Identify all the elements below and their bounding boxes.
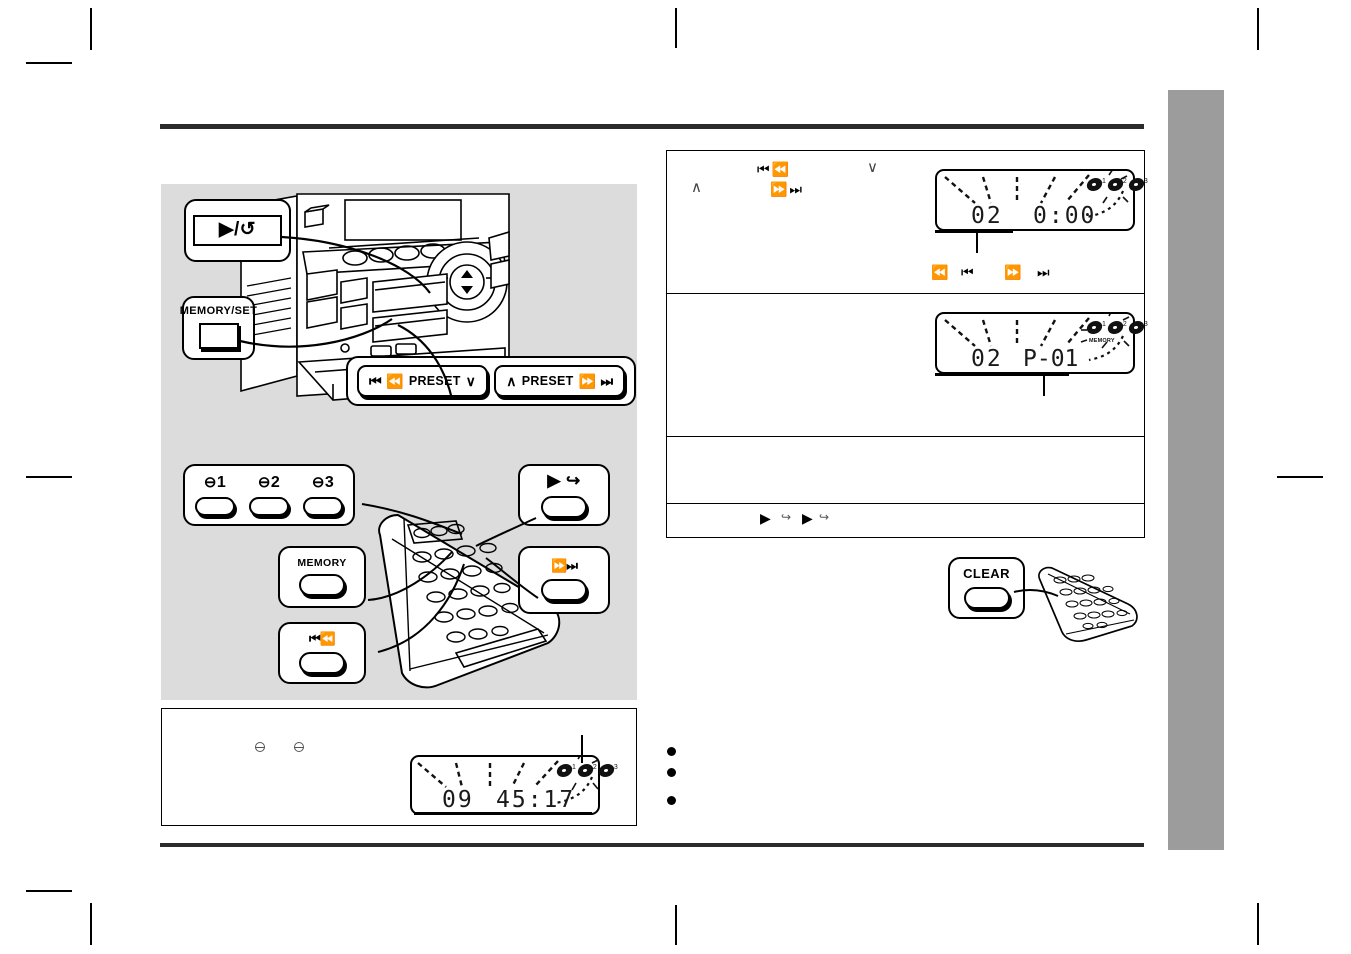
lcd-program-number: P-01 — [1023, 346, 1079, 372]
lcd-display-program-position: 1 2 3 MEMORY 02 P-01 — [935, 312, 1148, 374]
bullet-2 — [667, 768, 676, 777]
disc-indicator-3 — [1127, 321, 1146, 334]
disc-indicator-2 — [1106, 321, 1125, 334]
disc-2-button[interactable] — [249, 496, 289, 516]
leader-line-clear — [1013, 588, 1059, 597]
procedure-row-3 — [667, 437, 1144, 504]
bullet-1 — [667, 747, 676, 756]
clear-button[interactable] — [963, 586, 1010, 609]
footer-rule — [160, 843, 1144, 847]
crop-mark-bottom-right-vertical — [1257, 903, 1259, 945]
lcd-leader-baseline-3 — [414, 812, 592, 815]
lcd-disc-indicators: 1 2 3 — [1085, 321, 1148, 334]
leader-lines-remote — [361, 503, 539, 653]
repeat-all-icon: ↪ — [819, 510, 830, 524]
procedure-row-4: ▶ ↪ ▶ ↪ — [667, 504, 1144, 536]
disc-indicator-1 — [1085, 178, 1104, 191]
disc-1-icon: ⊖1 — [203, 474, 227, 492]
lcd-track-number: 02 — [971, 346, 1003, 372]
lcd-leader-stem-1 — [976, 230, 978, 253]
preset-up-icon: ⏩ ⏭ — [578, 373, 614, 389]
clear-button-label: CLEAR — [963, 566, 1010, 582]
disc-1-group[interactable]: ⊖1 — [195, 474, 235, 516]
play-icon: ▶ — [802, 510, 813, 526]
disc-indicator-1 — [1085, 321, 1104, 334]
crop-mark-left-middle — [26, 476, 72, 478]
lcd-track-number: 02 — [971, 203, 1003, 229]
rewind-icon: ⏪ — [931, 264, 949, 280]
disc-indicator-3 — [597, 764, 616, 777]
page-thumb-tab — [1168, 90, 1224, 850]
crop-mark-top-left-horizontal — [26, 62, 72, 64]
procedure-row-1: ⏮ ⏪ ⏩ ⏭ ∨ ∧ 1 2 3 02 0:00 ⏪ ⏮ ⏩ ⏭ — [667, 151, 1148, 294]
lcd-leader-stem-2 — [1043, 373, 1045, 396]
skip-forward-icon: ⏩ ⏭ — [770, 181, 802, 197]
disc-indicator-3 — [1127, 178, 1146, 191]
header-rule — [160, 124, 1144, 129]
crop-mark-bottom-left-horizontal — [26, 890, 72, 892]
note-panel-total-time: 1 2 3 09 45:17 — [161, 708, 637, 826]
eject-mark-2 — [294, 742, 304, 752]
crop-mark-top-right-vertical — [1257, 8, 1259, 50]
manual-page: ▶/↺ MEMORY/SET ⏮ ⏪ PRESET ∨ ∧ PRESET ⏩ ⏭ — [0, 0, 1351, 954]
disc-indicator-1 — [555, 764, 574, 777]
chevron-up-icon: ∧ — [691, 179, 702, 196]
lcd-leader-underline-1 — [935, 230, 1013, 233]
play-icon: ▶ — [760, 510, 771, 526]
lcd-track-number: 09 — [442, 787, 474, 813]
crop-mark-top-left-vertical — [90, 8, 92, 50]
disc-indicator-2 — [576, 764, 595, 777]
crop-mark-top-center — [675, 8, 677, 48]
crop-mark-right-middle — [1277, 476, 1323, 478]
lcd-display-track-time: 1 2 3 02 0:00 — [935, 169, 1148, 231]
lcd-memory-label: MEMORY — [1089, 338, 1115, 344]
crop-mark-bottom-center — [675, 905, 677, 945]
bullet-3 — [667, 796, 676, 805]
crop-mark-bottom-left-vertical — [90, 903, 92, 945]
lcd-time: 45:17 — [496, 787, 576, 813]
play-repeat-remote-icon: ▶ ↪ — [547, 471, 581, 491]
disc-2-icon: ⊖2 — [257, 474, 281, 492]
lcd-leader-underline-2 — [935, 373, 1069, 376]
disc-2-group[interactable]: ⊖2 — [249, 474, 289, 516]
disc-1-button[interactable] — [195, 496, 235, 516]
lcd-time: 0:00 — [1033, 203, 1097, 229]
eject-mark-1 — [255, 742, 265, 752]
lcd-disc-indicators: 1 2 3 — [555, 764, 618, 777]
procedure-row-2: 1 2 3 MEMORY 02 P-01 — [667, 294, 1148, 437]
lcd-display-total-time: 1 2 3 09 45:17 — [410, 755, 618, 815]
skip-back-icon: ⏮ ⏪ — [757, 161, 789, 177]
lcd-disc-indicators: 1 2 3 — [1085, 178, 1148, 191]
chevron-down-icon: ∨ — [867, 159, 878, 176]
skip-back-icon: ⏮ — [961, 264, 974, 280]
skip-forward-icon: ⏭ — [1037, 264, 1050, 280]
fast-forward-icon: ⏩ — [1004, 264, 1022, 280]
procedure-table: ⏮ ⏪ ⏩ ⏭ ∨ ∧ 1 2 3 02 0:00 ⏪ ⏮ ⏩ ⏭ 1 2 3 … — [666, 150, 1148, 538]
disc-indicator-2 — [1106, 178, 1125, 191]
repeat-icon: ↪ — [781, 510, 792, 524]
leader-lines-unit — [239, 235, 454, 400]
lcd-leader-stem-3 — [581, 735, 583, 763]
